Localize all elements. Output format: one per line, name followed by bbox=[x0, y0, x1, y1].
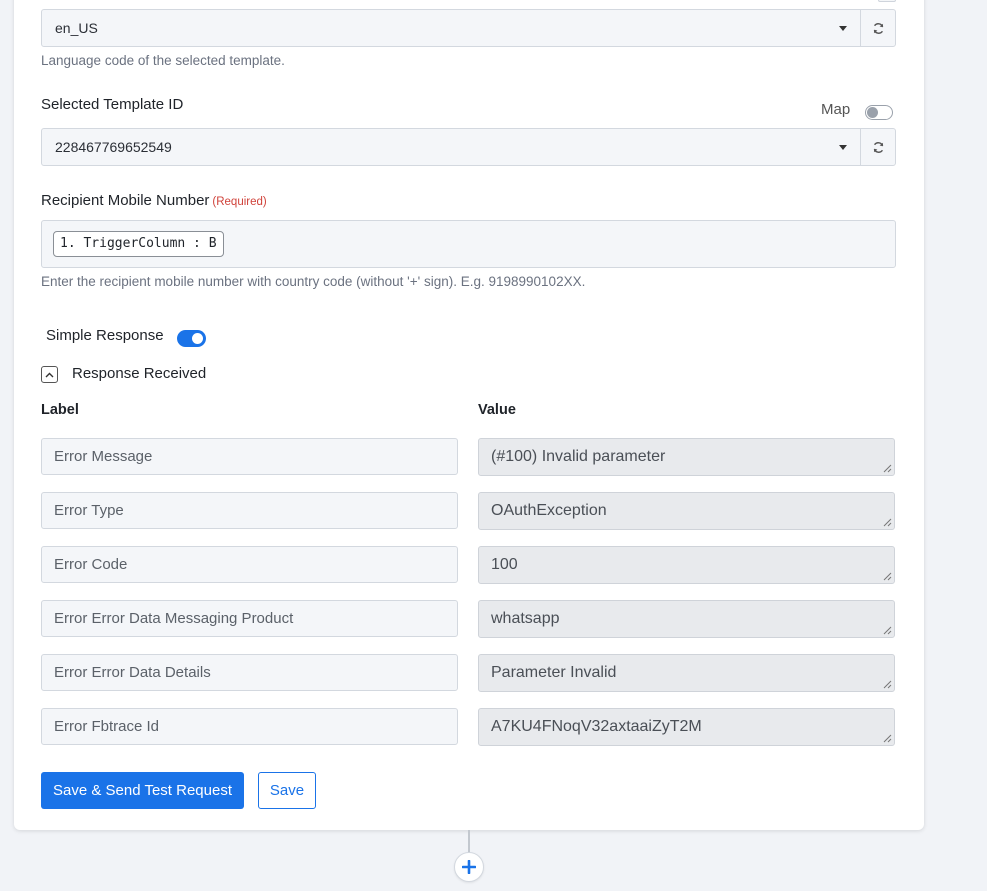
chevron-up-icon bbox=[45, 372, 54, 377]
resize-handle-icon[interactable] bbox=[883, 572, 892, 581]
response-row-value[interactable]: OAuthException bbox=[478, 492, 895, 530]
collapsed-control[interactable] bbox=[878, 0, 896, 2]
add-step-button[interactable] bbox=[454, 852, 484, 882]
workflow-connector bbox=[468, 830, 470, 854]
collapse-response-button[interactable] bbox=[41, 366, 58, 383]
response-value-text: Parameter Invalid bbox=[491, 664, 617, 681]
resize-handle-icon[interactable] bbox=[883, 518, 892, 527]
response-row-label: Error Fbtrace Id bbox=[41, 708, 458, 745]
chevron-down-icon bbox=[839, 145, 847, 150]
resize-handle-icon[interactable] bbox=[883, 734, 892, 743]
response-row-label: Error Error Data Messaging Product bbox=[41, 600, 458, 637]
response-row-label: Error Message bbox=[41, 438, 458, 475]
response-value-text: (#100) Invalid parameter bbox=[491, 448, 666, 465]
template-id-label: Selected Template ID bbox=[41, 96, 184, 113]
language-select-value: en_US bbox=[55, 20, 98, 36]
save-button[interactable]: Save bbox=[258, 772, 316, 809]
label-column-header: Label bbox=[41, 402, 79, 418]
step-config-card bbox=[14, 0, 924, 830]
resize-handle-icon[interactable] bbox=[883, 626, 892, 635]
map-toggle-label: Map bbox=[821, 101, 851, 118]
language-select[interactable]: en_US bbox=[41, 9, 861, 47]
recipient-label: Recipient Mobile Number (Required) bbox=[41, 192, 267, 209]
toggle-knob bbox=[867, 107, 878, 118]
response-row-value[interactable]: 100 bbox=[478, 546, 895, 584]
response-row-label: Error Error Data Details bbox=[41, 654, 458, 691]
resize-handle-icon[interactable] bbox=[883, 464, 892, 473]
recipient-input[interactable]: 1. TriggerColumn : B bbox=[41, 220, 896, 268]
response-value-text: whatsapp bbox=[491, 610, 560, 627]
chevron-down-icon bbox=[839, 26, 847, 31]
save-send-test-button[interactable]: Save & Send Test Request bbox=[41, 772, 244, 809]
response-row-value[interactable]: (#100) Invalid parameter bbox=[478, 438, 895, 476]
recipient-help-text: Enter the recipient mobile number with c… bbox=[41, 274, 586, 289]
refresh-icon bbox=[873, 141, 883, 153]
language-help-text: Language code of the selected template. bbox=[41, 53, 285, 68]
template-id-value: 228467769652549 bbox=[55, 139, 172, 155]
refresh-template-button[interactable] bbox=[860, 128, 896, 166]
resize-handle-icon[interactable] bbox=[883, 680, 892, 689]
mapped-field-pill[interactable]: 1. TriggerColumn : B bbox=[53, 231, 224, 257]
simple-response-label: Simple Response bbox=[46, 327, 164, 344]
simple-response-toggle[interactable] bbox=[177, 330, 206, 347]
response-value-text: OAuthException bbox=[491, 502, 607, 519]
map-toggle[interactable] bbox=[865, 105, 893, 120]
response-row-label: Error Type bbox=[41, 492, 458, 529]
required-badge: (Required) bbox=[212, 196, 267, 208]
plus-icon bbox=[462, 860, 476, 874]
response-row-value[interactable]: whatsapp bbox=[478, 600, 895, 638]
response-value-text: A7KU4FNoqV32axtaaiZyT2M bbox=[491, 718, 702, 735]
response-value-text: 100 bbox=[491, 556, 518, 573]
refresh-language-button[interactable] bbox=[860, 9, 896, 47]
response-row-value[interactable]: A7KU4FNoqV32axtaaiZyT2M bbox=[478, 708, 895, 746]
recipient-label-text: Recipient Mobile Number bbox=[41, 192, 210, 209]
refresh-icon bbox=[873, 22, 883, 34]
response-row-value[interactable]: Parameter Invalid bbox=[478, 654, 895, 692]
response-received-title: Response Received bbox=[72, 365, 207, 382]
toggle-knob bbox=[192, 333, 203, 344]
template-id-select[interactable]: 228467769652549 bbox=[41, 128, 861, 166]
value-column-header: Value bbox=[478, 402, 516, 418]
response-row-label: Error Code bbox=[41, 546, 458, 583]
